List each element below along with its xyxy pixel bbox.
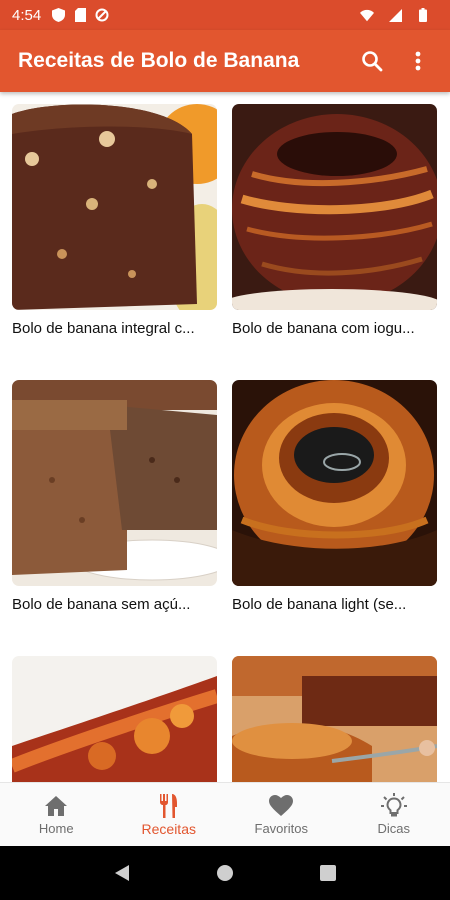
lightbulb-icon <box>380 793 407 819</box>
recipe-image <box>232 380 437 586</box>
recipe-card[interactable]: Bolo de banana com iogu... <box>232 104 437 380</box>
status-bar: 4:54 <box>0 0 450 30</box>
back-button[interactable] <box>107 858 137 888</box>
bottom-navigation: Home Receitas Favoritos Dicas <box>0 782 450 846</box>
more-vert-icon <box>415 51 421 71</box>
system-navigation-bar <box>0 846 450 900</box>
recipe-card[interactable] <box>232 656 437 782</box>
recipe-card[interactable] <box>12 656 217 782</box>
heart-icon <box>269 793 294 819</box>
shield-icon <box>51 8 65 22</box>
nav-home-label: Home <box>38 821 74 836</box>
recents-square-icon <box>320 865 337 881</box>
home-icon <box>44 793 68 819</box>
back-triangle-icon <box>114 865 129 881</box>
battery-icon <box>416 8 430 22</box>
home-system-button[interactable] <box>210 858 240 888</box>
recipe-image <box>12 380 217 586</box>
nav-dicas[interactable]: Dicas <box>338 783 450 846</box>
app-bar: Receitas de Bolo de Banana <box>0 30 450 92</box>
recipe-list[interactable]: Bolo de banana integral c... Bolo de ban… <box>0 92 450 782</box>
nav-favoritos-label: Favoritos <box>254 821 308 836</box>
recipe-title: Bolo de banana com iogu... <box>232 320 415 337</box>
wifi-icon <box>360 8 374 22</box>
nav-receitas[interactable]: Receitas <box>113 783 226 846</box>
cutlery-icon <box>159 793 179 819</box>
recipe-title: Bolo de banana light (se... <box>232 596 407 613</box>
status-time: 4:54 <box>12 6 42 24</box>
recipe-title: Bolo de banana sem açú... <box>12 596 191 613</box>
overflow-menu-button[interactable] <box>404 47 432 75</box>
search-icon <box>362 51 383 72</box>
recipe-card[interactable]: Bolo de banana light (se... <box>232 380 437 656</box>
nav-dicas-label: Dicas <box>377 821 410 836</box>
home-circle-icon <box>216 865 233 881</box>
recipe-card[interactable]: Bolo de banana sem açú... <box>12 380 217 656</box>
recipe-image <box>232 104 437 310</box>
nav-receitas-label: Receitas <box>141 820 196 837</box>
signal-icon <box>388 8 402 22</box>
recipe-image <box>232 656 437 782</box>
sim-card-icon <box>73 8 87 22</box>
nav-favoritos[interactable]: Favoritos <box>225 783 338 846</box>
recipe-image <box>12 656 217 782</box>
recipe-card[interactable]: Bolo de banana integral c... <box>12 104 217 380</box>
recipe-image <box>12 104 217 310</box>
search-button[interactable] <box>358 47 386 75</box>
recents-button[interactable] <box>313 858 343 888</box>
app-title: Receitas de Bolo de Banana <box>18 49 300 72</box>
recipe-title: Bolo de banana integral c... <box>12 320 195 337</box>
data-saver-icon <box>95 8 109 22</box>
nav-home[interactable]: Home <box>0 783 113 846</box>
